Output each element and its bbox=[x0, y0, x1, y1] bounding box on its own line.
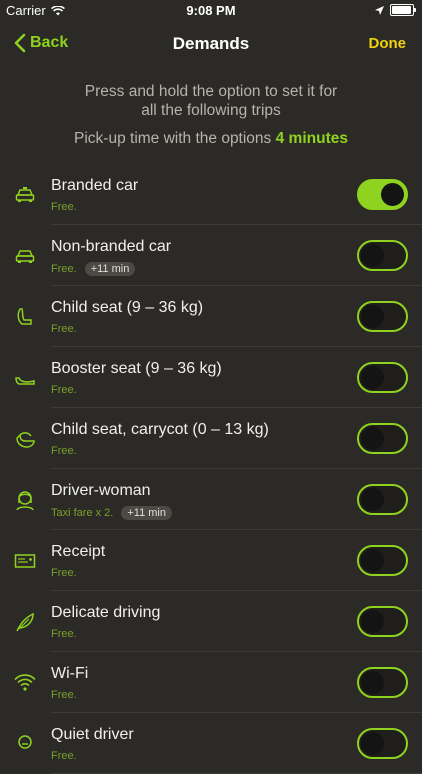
option-title: Child seat (9 – 36 kg) bbox=[51, 299, 204, 316]
option-sub: Free. bbox=[51, 201, 77, 213]
toggle-switch[interactable] bbox=[357, 667, 408, 698]
option-sub: Taxi fare x 2. +11 min bbox=[51, 506, 172, 520]
option-row-non-branded-car[interactable]: Non-branded car Free. +11 min bbox=[0, 225, 422, 286]
option-price: Free. bbox=[51, 567, 77, 579]
option-price: Free. bbox=[51, 384, 77, 396]
option-row-wifi[interactable]: Wi-Fi Free. bbox=[0, 652, 422, 713]
option-row-child-seat[interactable]: Child seat (9 – 36 kg) Free. bbox=[0, 286, 422, 347]
option-title: Delicate driving bbox=[51, 604, 161, 621]
option-row-branded-car[interactable]: Branded car Free. bbox=[0, 164, 422, 225]
car-icon bbox=[15, 187, 35, 202]
pickup-value: 4 minutes bbox=[275, 130, 348, 147]
status-bar: Carrier 9:08 PM bbox=[0, 0, 422, 22]
option-row-receipt[interactable]: Receipt Free. bbox=[0, 530, 422, 591]
feather-icon bbox=[16, 612, 34, 632]
option-sub: Free. bbox=[51, 750, 77, 762]
option-price: Free. bbox=[51, 445, 77, 457]
option-sub: Free. bbox=[51, 323, 77, 335]
option-title: Child seat, carrycot (0 – 13 kg) bbox=[51, 421, 269, 438]
option-title: Booster seat (9 – 36 kg) bbox=[51, 360, 222, 377]
option-sub: Free. bbox=[51, 689, 77, 701]
car-icon bbox=[15, 250, 35, 263]
time-badge: +11 min bbox=[121, 506, 172, 520]
done-button[interactable]: Done bbox=[369, 35, 407, 52]
toggle-switch[interactable] bbox=[357, 606, 408, 637]
toggle-switch[interactable] bbox=[357, 728, 408, 759]
option-sub: Free. bbox=[51, 628, 77, 640]
time-badge: +11 min bbox=[84, 262, 136, 276]
child-seat-icon bbox=[17, 308, 32, 325]
option-title: Branded car bbox=[51, 177, 139, 194]
option-sub: Free. bbox=[51, 384, 77, 396]
location-arrow-icon bbox=[375, 5, 384, 15]
option-row-driver-woman[interactable]: Driver-woman Taxi fare x 2. +11 min bbox=[0, 469, 422, 530]
nav-bar: Back Demands Done bbox=[0, 22, 422, 66]
option-price: Taxi fare x 2. bbox=[51, 507, 114, 519]
toggle-switch[interactable] bbox=[357, 301, 408, 332]
status-time: 9:08 PM bbox=[186, 3, 236, 18]
option-row-delicate-driving[interactable]: Delicate driving Free. bbox=[0, 591, 422, 652]
option-price: Free. bbox=[51, 201, 77, 213]
battery-icon bbox=[390, 4, 416, 16]
option-price: Free. bbox=[51, 263, 77, 275]
toggle-switch[interactable] bbox=[357, 179, 408, 210]
option-sub: Free. +11 min bbox=[51, 262, 136, 276]
status-right bbox=[375, 4, 416, 16]
toggle-switch[interactable] bbox=[357, 545, 408, 576]
option-price: Free. bbox=[51, 628, 77, 640]
option-price: Free. bbox=[51, 323, 77, 335]
option-title: Quiet driver bbox=[51, 726, 134, 743]
toggle-switch[interactable] bbox=[357, 484, 408, 515]
pickup-text: Pick-up time with the options bbox=[74, 130, 272, 147]
hint-line-1: Press and hold the option to set it for bbox=[84, 83, 338, 100]
driver-woman-icon bbox=[16, 491, 34, 511]
option-row-quiet-driver[interactable]: Quiet driver Free. bbox=[0, 713, 422, 774]
hint-line-2: all the following trips bbox=[141, 102, 281, 119]
receipt-icon bbox=[14, 554, 36, 568]
carrycot-icon bbox=[16, 432, 35, 448]
toggle-switch[interactable] bbox=[357, 423, 408, 454]
option-title: Receipt bbox=[51, 543, 106, 560]
toggle-switch[interactable] bbox=[357, 362, 408, 393]
option-sub: Free. bbox=[51, 567, 77, 579]
pickup-time: Pick-up time with the options 4 minutes bbox=[0, 130, 422, 148]
option-sub: Free. bbox=[51, 445, 77, 457]
booster-seat-icon bbox=[15, 377, 35, 385]
option-row-booster-seat[interactable]: Booster seat (9 – 36 kg) Free. bbox=[0, 347, 422, 408]
option-title: Wi-Fi bbox=[51, 665, 89, 682]
quiet-driver-icon bbox=[18, 735, 32, 749]
wifi-icon bbox=[14, 674, 36, 691]
option-title: Driver-woman bbox=[51, 482, 151, 499]
page-title: Demands bbox=[172, 34, 250, 53]
toggle-switch[interactable] bbox=[357, 240, 408, 271]
options-list: Branded car Free. Non-branded car Free. … bbox=[0, 164, 422, 774]
option-row-carrycot[interactable]: Child seat, carrycot (0 – 13 kg) Free. bbox=[0, 408, 422, 469]
hint-text: Press and hold the option to set it for … bbox=[0, 82, 422, 120]
option-price: Free. bbox=[51, 689, 77, 701]
option-title: Non-branded car bbox=[51, 238, 172, 255]
option-price: Free. bbox=[51, 750, 77, 762]
